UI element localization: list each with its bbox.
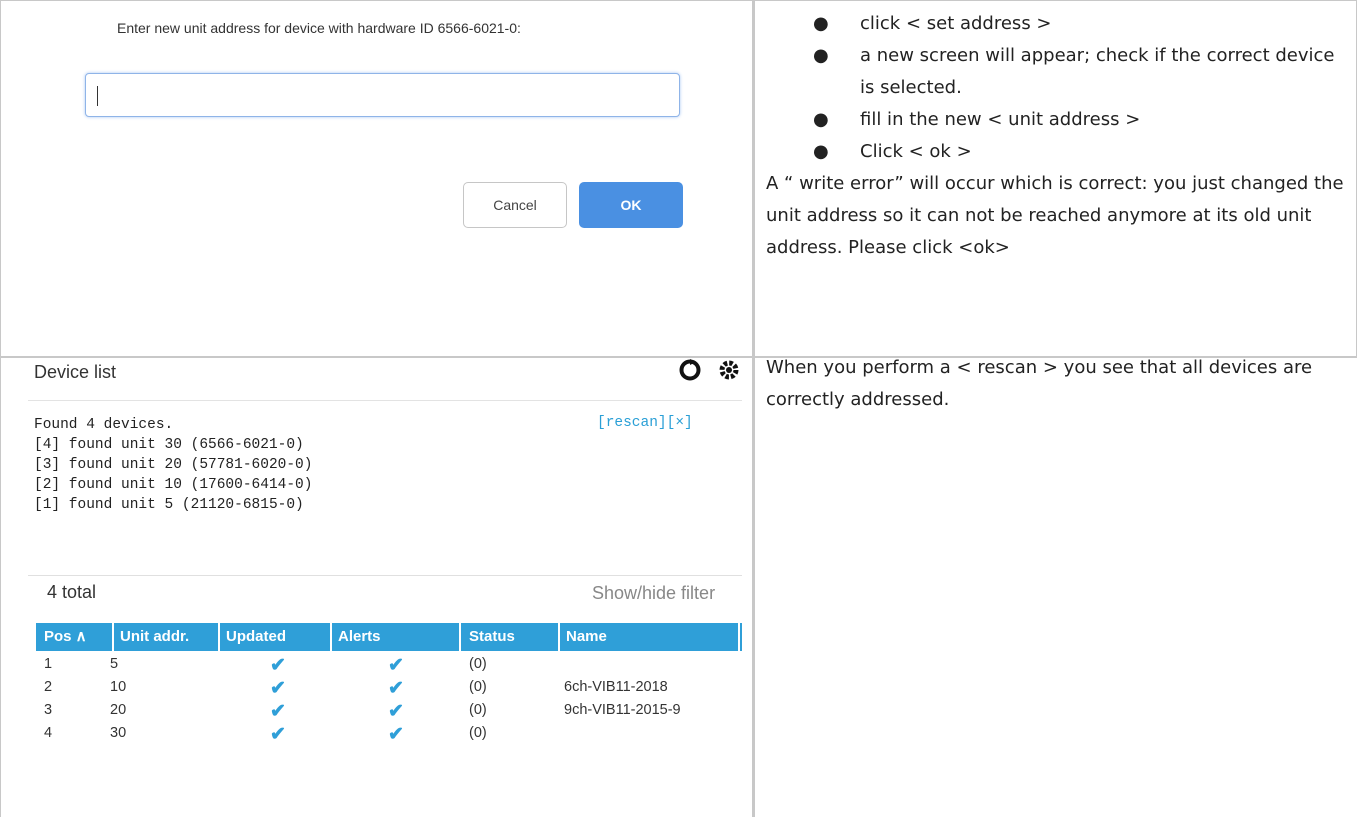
scan-log: Found 4 devices. [4] found unit 30 (6566…	[34, 417, 313, 513]
cell-name: 6ch-VIB11-2018	[564, 679, 668, 695]
write-error-note: A “ write error” will occur which is cor…	[766, 173, 1344, 258]
instruction-item: ● fill in the new < unit address >	[813, 109, 1141, 130]
updated-check-icon: ✔	[270, 655, 286, 676]
column-header-status[interactable]: Status	[469, 623, 515, 651]
log-divider	[28, 575, 742, 576]
device-list-toolbar	[677, 357, 748, 390]
column-header-pos[interactable]: Pos ∧	[44, 623, 87, 651]
close-log-link[interactable]: [×]	[667, 415, 693, 431]
instruction-item: ● a new screen will appear; check if the …	[813, 45, 1335, 98]
column-header-updated[interactable]: Updated	[226, 623, 286, 651]
cancel-button[interactable]: Cancel	[463, 182, 567, 228]
table-row[interactable]: 2 10 ✔ ✔ (0) 6ch-VIB11-2018	[36, 677, 742, 699]
device-list-title: Device list	[34, 362, 117, 382]
log-actions: [rescan][×]	[597, 415, 693, 431]
address-dialog-prompt: Enter new unit address for device with h…	[117, 20, 521, 36]
instruction-item: ● Click < ok >	[813, 141, 972, 162]
cell-unit-addr: 30	[110, 725, 127, 741]
cell-status: (0)	[469, 679, 487, 695]
table-row[interactable]: 1 5 ✔ ✔ (0)	[36, 654, 742, 676]
table-row[interactable]: 3 20 ✔ ✔ (0) 9ch-VIB11-2015-9	[36, 700, 742, 722]
text-caret	[97, 86, 98, 106]
column-header-unit-addr[interactable]: Unit addr.	[120, 623, 189, 651]
unit-address-input[interactable]	[85, 73, 680, 117]
title-divider	[28, 400, 742, 401]
updated-check-icon: ✔	[270, 678, 286, 699]
cell-status: (0)	[469, 725, 487, 741]
device-total: 4 total	[47, 582, 97, 602]
cell-pos: 3	[44, 702, 53, 718]
updated-check-icon: ✔	[270, 701, 286, 722]
column-header-alerts[interactable]: Alerts	[338, 623, 381, 651]
instruction-list: ● click < set address > ● a new screen wil…	[813, 8, 1343, 168]
ok-button[interactable]: OK	[579, 182, 683, 228]
alerts-check-icon: ✔	[388, 678, 404, 699]
cell-pos: 4	[44, 725, 53, 741]
updated-check-icon: ✔	[270, 724, 286, 745]
table-border-top	[0, 0, 1357, 1]
cell-name: 9ch-VIB11-2015-9	[564, 702, 681, 718]
cell-status: (0)	[469, 656, 487, 672]
cell-unit-addr: 10	[110, 679, 127, 695]
rescan-link[interactable]: [rescan]	[597, 415, 667, 431]
cell-status: (0)	[469, 702, 487, 718]
gear-icon[interactable]	[716, 357, 742, 390]
show-hide-filter-link[interactable]: Show/hide filter	[592, 583, 715, 604]
cell-pos: 2	[44, 679, 53, 695]
column-header-name[interactable]: Name	[566, 623, 607, 651]
cell-unit-addr: 20	[110, 702, 127, 718]
rescan-note: When you perform a < rescan > you see th…	[766, 357, 1313, 410]
table-row[interactable]: 4 30 ✔ ✔ (0)	[36, 723, 742, 745]
alerts-check-icon: ✔	[388, 655, 404, 676]
table-border-middle	[752, 0, 755, 817]
alerts-check-icon: ✔	[388, 701, 404, 722]
refresh-icon[interactable]	[677, 357, 703, 390]
instruction-item: ● click < set address >	[813, 13, 1052, 34]
alerts-check-icon: ✔	[388, 724, 404, 745]
cell-unit-addr: 5	[110, 656, 119, 672]
device-table-header: Pos ∧ Unit addr. Updated Alerts Status N…	[36, 623, 742, 651]
cell-pos: 1	[44, 656, 53, 672]
table-border-left	[0, 0, 1, 817]
